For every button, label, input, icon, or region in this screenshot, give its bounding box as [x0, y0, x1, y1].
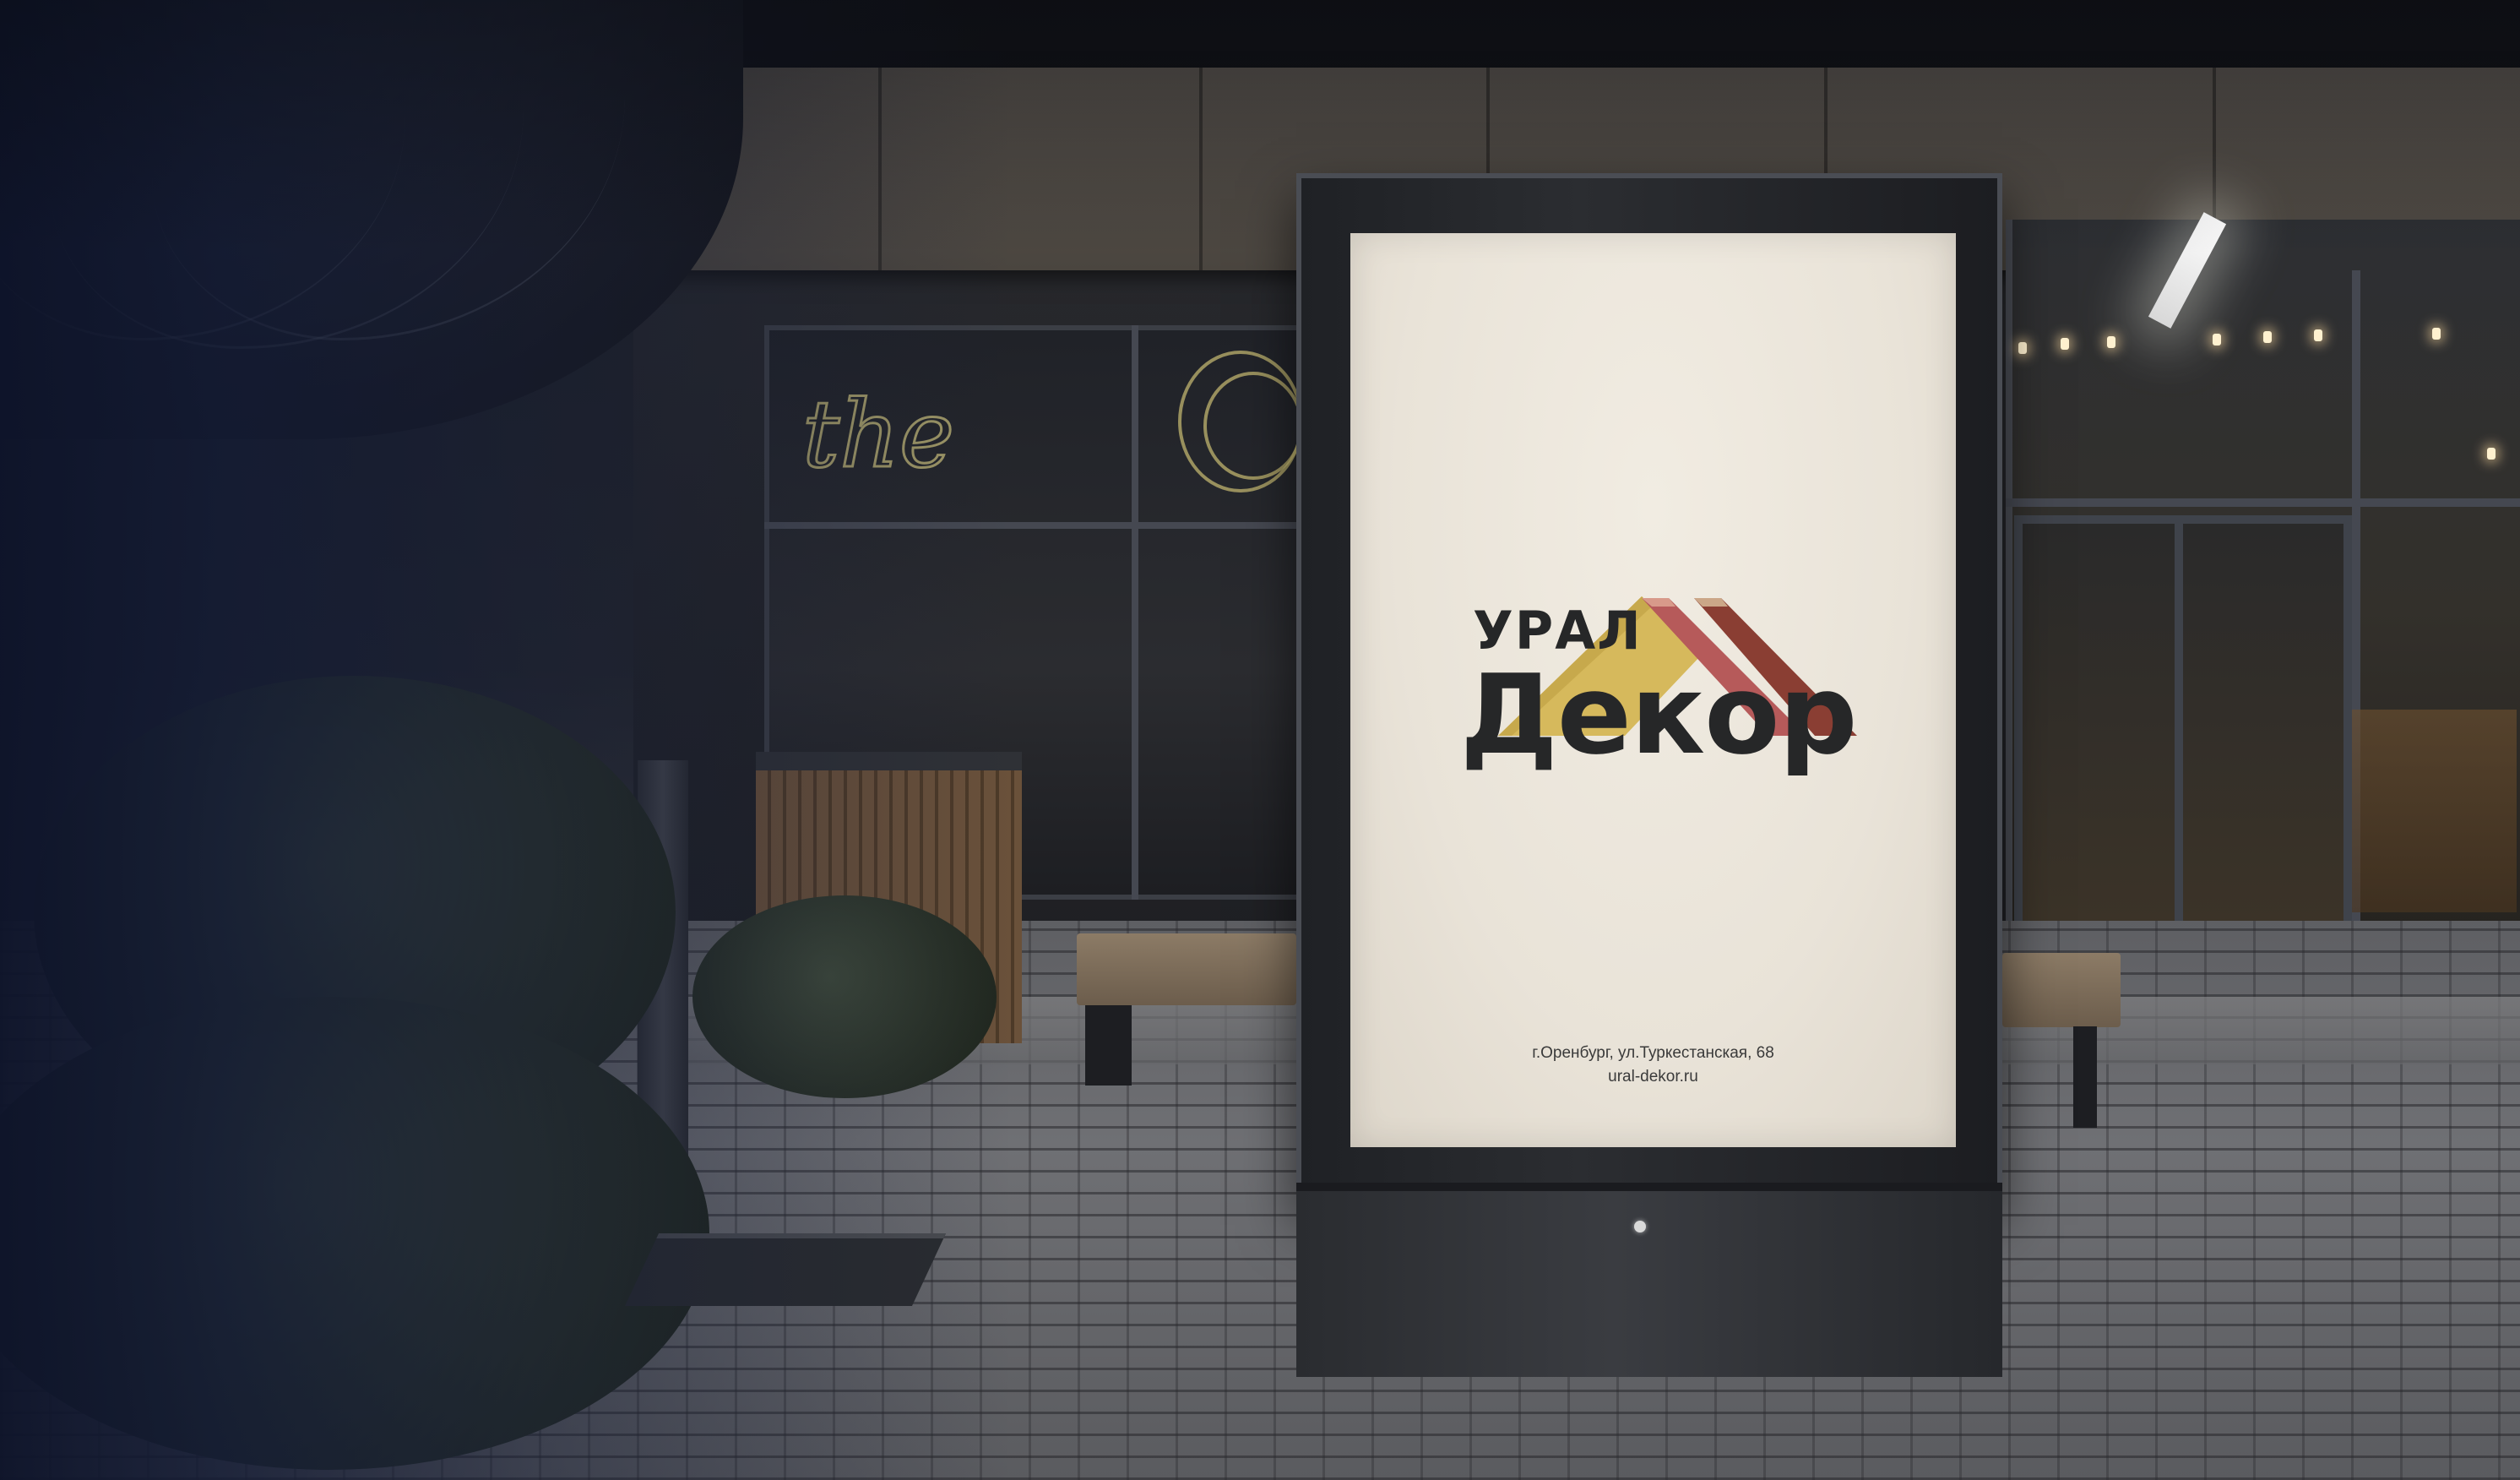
brand-line2: Декор — [1460, 650, 1858, 779]
light-bulb — [2018, 342, 2027, 354]
light-bulb — [2107, 336, 2115, 348]
glass-door — [2014, 515, 2352, 929]
logo-peak-maroon-edge — [1694, 598, 1728, 607]
bench-right — [2002, 953, 2121, 1027]
light-bulb — [2432, 328, 2441, 340]
light-bulb — [2263, 331, 2272, 343]
light-bulb — [2314, 329, 2322, 341]
status-light-icon — [1634, 1221, 1646, 1232]
window-mullion — [1132, 325, 1138, 900]
poster-website: ural-dekor.ru — [1608, 1068, 1698, 1086]
bench-left — [1077, 933, 1296, 1005]
light-bulb — [2061, 338, 2069, 350]
bench-leg — [2073, 1026, 2097, 1128]
billboard-frame: УРАЛ Декор г.Оренбург, ул.Туркестанская,… — [1296, 173, 2002, 1200]
door-divider — [2175, 515, 2183, 929]
billboard-base — [1296, 1183, 2002, 1377]
poster-address: г.Оренбург, ул.Туркестанская, 68 — [1532, 1044, 1774, 1062]
top-shade — [0, 0, 2520, 253]
light-bulb — [2213, 334, 2221, 346]
brand-line1: УРАЛ — [1473, 600, 1643, 661]
light-bulb — [2487, 448, 2496, 460]
window-mullion — [2006, 498, 2520, 507]
citylight-billboard: УРАЛ Декор г.Оренбург, ул.Туркестанская,… — [1296, 173, 2002, 1377]
ad-poster: УРАЛ Декор г.Оренбург, ул.Туркестанская,… — [1350, 233, 1956, 1147]
bench-leg — [1085, 1005, 1132, 1086]
neon-loop — [1203, 372, 1303, 480]
street-scene: the — [0, 0, 2520, 1480]
